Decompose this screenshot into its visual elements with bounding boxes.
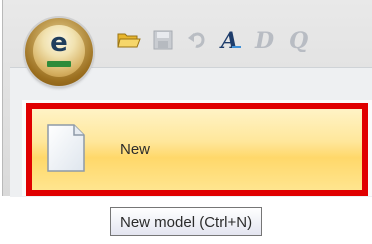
menu-item-new-label: New [120, 141, 151, 158]
application-window: e A D Q New New model (Ctrl+N) [0, 0, 372, 244]
svg-text:D: D [254, 28, 274, 52]
new-document-icon [47, 124, 85, 172]
font-button[interactable]: A [218, 27, 244, 53]
zoom-icon: Q [289, 28, 308, 52]
quick-access-toolbar: A D Q [116, 26, 312, 54]
application-menu-button[interactable]: e [25, 18, 93, 86]
open-button[interactable] [116, 27, 142, 53]
tooltip: New model (Ctrl+N) [110, 207, 263, 236]
menu-item-new[interactable]: New [26, 103, 368, 196]
app-logo-bar [47, 61, 71, 67]
print-preview-icon: D [254, 28, 274, 52]
print-preview-button[interactable]: D [252, 27, 278, 53]
save-button[interactable] [150, 27, 176, 53]
zoom-button[interactable]: Q [286, 27, 312, 53]
save-icon [153, 30, 173, 50]
app-logo-glyph: e [50, 28, 68, 58]
undo-icon [188, 32, 205, 48]
svg-text:A: A [219, 28, 238, 52]
app-logo-icon: e [33, 25, 85, 77]
svg-text:Q: Q [289, 28, 308, 52]
font-a-icon: A [219, 28, 241, 52]
undo-button[interactable] [184, 27, 210, 53]
open-folder-icon [117, 33, 141, 48]
